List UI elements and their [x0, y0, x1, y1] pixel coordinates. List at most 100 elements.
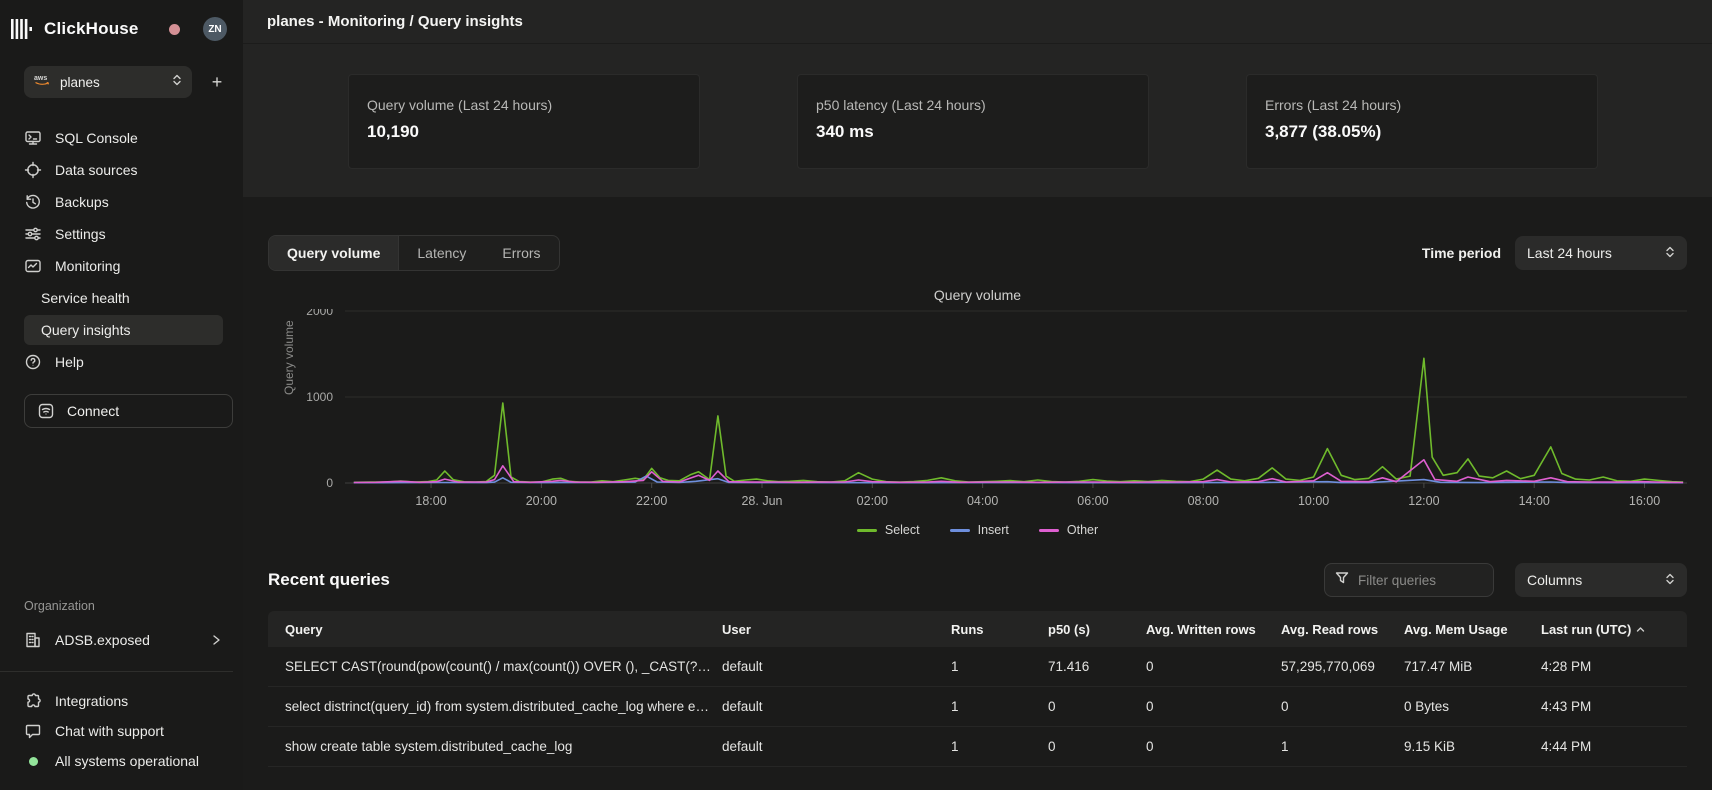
svg-text:12:00: 12:00 — [1408, 494, 1439, 508]
chevron-right-icon — [211, 634, 221, 646]
svg-text:18:00: 18:00 — [415, 494, 446, 508]
chart-plot[interactable]: 01000200018:0020:0022:0028. Jun02:0004:0… — [268, 309, 1687, 514]
columns-select-value: Columns — [1527, 572, 1582, 588]
cell-read-rows: 1 — [1281, 739, 1404, 754]
connect-icon — [37, 402, 55, 420]
sidebar-item-integrations[interactable]: Integrations — [24, 686, 233, 716]
table-row[interactable]: show create table system.distributed_cac… — [268, 727, 1687, 767]
stats-strip: Query volume (Last 24 hours) 10,190 p50 … — [243, 44, 1712, 197]
legend-label: Other — [1067, 523, 1098, 537]
stat-label: Query volume (Last 24 hours) — [367, 97, 681, 113]
column-header-last-run[interactable]: Last run (UTC) — [1541, 622, 1687, 637]
svg-text:04:00: 04:00 — [967, 494, 998, 508]
filter-queries-input[interactable] — [1358, 573, 1478, 588]
recent-queries-section: Recent queries Columns — [268, 563, 1687, 767]
status-dot — [29, 757, 38, 766]
organization-item[interactable]: ADSB.exposed — [24, 625, 233, 655]
chart-y-axis-label: Query volume — [282, 320, 296, 395]
logo-row: ClickHouse ZN — [0, 14, 233, 44]
sidebar-item-label: Chat with support — [55, 723, 164, 739]
topbar: planes - Monitoring / Query insights — [243, 0, 1712, 44]
columns-select[interactable]: Columns — [1515, 563, 1687, 597]
column-header-p50[interactable]: p50 (s) — [1048, 622, 1146, 637]
connect-button[interactable]: Connect — [24, 394, 233, 428]
puzzle-icon — [24, 692, 42, 710]
column-header-mem-usage[interactable]: Avg. Mem Usage — [1404, 622, 1541, 637]
sidebar-item-label: SQL Console — [55, 130, 138, 146]
sidebar-divider — [0, 671, 233, 672]
cell-user: default — [722, 699, 951, 714]
chevron-updown-icon — [1665, 245, 1675, 262]
svg-text:16:00: 16:00 — [1629, 494, 1660, 508]
tab-query-volume[interactable]: Query volume — [269, 236, 399, 270]
table-row[interactable]: select distrinct(query_id) from system.d… — [268, 687, 1687, 727]
clickhouse-logo-icon — [11, 19, 34, 39]
app-title: ClickHouse — [44, 19, 139, 39]
sidebar-nav: SQL Console Data sources Backups Setting… — [0, 122, 233, 378]
tab-latency[interactable]: Latency — [399, 236, 484, 270]
notification-dot[interactable] — [169, 24, 180, 35]
cell-user: default — [722, 659, 951, 674]
svg-text:2000: 2000 — [306, 309, 333, 318]
service-selector[interactable]: aws planes — [24, 66, 192, 98]
svg-text:08:00: 08:00 — [1188, 494, 1219, 508]
sidebar-item-data-sources[interactable]: Data sources — [24, 155, 233, 185]
column-header-user[interactable]: User — [722, 622, 951, 637]
svg-text:06:00: 06:00 — [1077, 494, 1108, 508]
breadcrumb: planes - Monitoring / Query insights — [267, 13, 523, 30]
legend-item[interactable]: Select — [857, 523, 920, 537]
connect-label: Connect — [67, 403, 119, 419]
sidebar-item-settings[interactable]: Settings — [24, 219, 233, 249]
chart-title: Query volume — [268, 287, 1687, 303]
filter-queries-box — [1324, 563, 1494, 597]
sidebar-item-service-health[interactable]: Service health — [24, 283, 223, 313]
table-row[interactable]: SELECT CAST(round(pow(count() / max(coun… — [268, 647, 1687, 687]
legend-swatch — [950, 529, 970, 532]
tab-errors[interactable]: Errors — [484, 236, 558, 270]
sidebar-item-sql-console[interactable]: SQL Console — [24, 123, 233, 153]
monitoring-icon — [24, 257, 42, 275]
column-header-query[interactable]: Query — [268, 622, 722, 637]
sidebar-item-help[interactable]: Help — [24, 347, 233, 377]
help-icon — [24, 353, 42, 371]
cell-written-rows: 0 — [1146, 739, 1281, 754]
legend-swatch — [857, 529, 877, 532]
sidebar-item-chat-support[interactable]: Chat with support — [24, 716, 233, 746]
legend-item[interactable]: Insert — [950, 523, 1009, 537]
system-status[interactable]: All systems operational — [24, 746, 233, 776]
time-period-select[interactable]: Last 24 hours — [1515, 236, 1687, 270]
legend-swatch — [1039, 529, 1059, 532]
time-period-label: Time period — [1422, 245, 1501, 261]
add-service-button[interactable]: + — [204, 69, 230, 95]
data-sources-icon — [24, 161, 42, 179]
sidebar-item-monitoring[interactable]: Monitoring — [24, 251, 233, 281]
cell-runs: 1 — [951, 659, 1048, 674]
chat-icon — [24, 722, 42, 740]
column-header-read-rows[interactable]: Avg. Read rows — [1281, 622, 1404, 637]
chart-legend: Select Insert Other — [268, 523, 1687, 537]
legend-label: Insert — [978, 523, 1009, 537]
avatar[interactable]: ZN — [203, 17, 227, 41]
sidebar-item-backups[interactable]: Backups — [24, 187, 233, 217]
cell-read-rows: 57,295,770,069 — [1281, 659, 1404, 674]
svg-text:10:00: 10:00 — [1298, 494, 1329, 508]
column-header-runs[interactable]: Runs — [951, 622, 1048, 637]
sidebar-item-query-insights[interactable]: Query insights — [24, 315, 223, 345]
svg-text:22:00: 22:00 — [636, 494, 667, 508]
column-header-written-rows[interactable]: Avg. Written rows — [1146, 622, 1281, 637]
recent-queries-table: Query User Runs p50 (s) Avg. Written row… — [268, 611, 1687, 767]
cell-written-rows: 0 — [1146, 699, 1281, 714]
legend-item[interactable]: Other — [1039, 523, 1098, 537]
stat-card-errors: Errors (Last 24 hours) 3,877 (38.05%) — [1246, 74, 1598, 169]
svg-text:aws: aws — [34, 75, 47, 82]
cell-runs: 1 — [951, 739, 1048, 754]
cell-mem-usage: 0 Bytes — [1404, 699, 1541, 714]
sidebar-item-label: Integrations — [55, 693, 128, 709]
cell-p50: 0 — [1048, 699, 1146, 714]
svg-text:28. Jun: 28. Jun — [741, 494, 782, 508]
sort-ascending-icon — [1636, 626, 1645, 633]
status-label: All systems operational — [55, 753, 199, 769]
stat-value: 10,190 — [367, 122, 681, 142]
cell-mem-usage: 9.15 KiB — [1404, 739, 1541, 754]
cell-read-rows: 0 — [1281, 699, 1404, 714]
